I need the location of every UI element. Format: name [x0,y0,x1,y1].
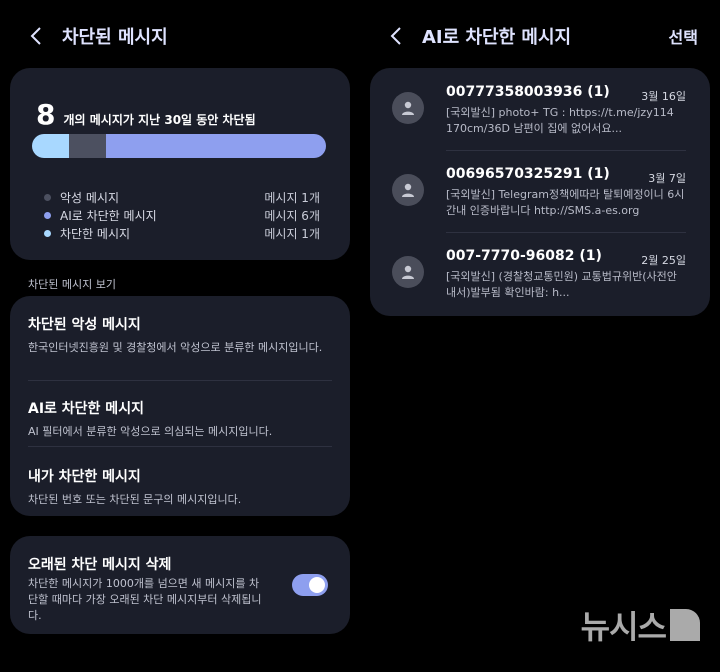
blocked-ratio-bar [32,134,326,158]
message-date: 3월 7일 [648,172,686,185]
menu-item-title: 내가 차단한 메시지 [28,469,141,485]
watermark-text: 뉴시스 [580,608,667,646]
blocked-count-text: 개의 메시지가 지난 30일 동안 차단됨 [63,113,256,127]
blocked-category-menu: 차단된 악성 메시지 한국인터넷진흥원 및 경찰청에서 악성으로 분류한 메시지… [10,296,350,516]
message-preview: [국외발신] photo+ TG : https://t.me/jzy114 1… [446,106,674,135]
bar-segment-user [32,134,69,158]
back-button[interactable] [26,24,46,48]
toggle-knob [309,577,325,593]
message-item[interactable]: 00777358003936 (1) 3월 16일 [국외발신] photo+ … [370,78,710,158]
bar-segment-ai [105,134,326,158]
message-sender: 00777358003936 (1) [446,84,610,100]
avatar [392,256,424,288]
message-preview: [국외발신] Telegram정책에따라 탈퇴예정이니 6시간내 인증바랍니다 … [446,188,685,217]
menu-item-ai-blocked[interactable]: AI로 차단한 메시지 AI 필터에서 분류한 악성으로 의심되는 메시지입니다… [28,398,328,439]
message-item[interactable]: 007-7770-96082 (1) 2월 25일 [국외발신] (경찰청교통민… [370,242,710,322]
divider [446,232,686,233]
legend-item-user: 차단한 메시지 메시지 1개 [44,224,320,242]
back-button[interactable] [386,24,406,48]
legend-label: 차단한 메시지 [60,226,131,241]
menu-item-malicious[interactable]: 차단된 악성 메시지 한국인터넷진흥원 및 경찰청에서 악성으로 분류한 메시지… [28,314,328,355]
bar-segment-spam [68,134,106,158]
avatar [392,92,424,124]
message-list: 00777358003936 (1) 3월 16일 [국외발신] photo+ … [370,68,710,316]
message-date: 2월 25일 [641,254,686,267]
person-icon [402,183,414,197]
blocked-summary-card: 8 개의 메시지가 지난 30일 동안 차단됨 악성 메시지 메시지 1개 AI… [10,68,350,260]
section-label: 차단된 메시지 보기 [28,278,116,291]
divider [28,380,332,381]
header: 차단된 메시지 [26,22,168,50]
blocked-messages-screen: 차단된 메시지 8 개의 메시지가 지난 30일 동안 차단됨 악성 메시지 메… [0,0,360,672]
message-sender: 007-7770-96082 (1) [446,248,602,264]
legend: 악성 메시지 메시지 1개 AI로 차단한 메시지 메시지 6개 차단한 메시지… [44,188,320,242]
menu-item-desc: 한국인터넷진흥원 및 경찰청에서 악성으로 분류한 메시지입니다. [28,341,323,354]
legend-count: 메시지 1개 [264,226,320,241]
select-button[interactable]: 선택 [669,24,698,48]
watermark-logo: 뉴시스 [581,602,700,648]
menu-item-desc: 차단된 번호 또는 차단된 문구의 메시지입니다. [28,493,242,506]
message-preview: [국외발신] (경찰청교통민원) 교통법규위반(사전안내서)발부됨 확인바람: … [446,270,677,299]
legend-item-spam: 악성 메시지 메시지 1개 [44,188,320,206]
header: AI로 차단한 메시지 [386,22,571,50]
legend-dot [44,211,51,219]
page-title: 차단된 메시지 [62,27,168,48]
watermark-shape [670,609,700,641]
message-sender: 00696570325291 (1) [446,166,610,182]
menu-item-desc: AI 필터에서 분류한 악성으로 의심되는 메시지입니다. [28,425,273,438]
message-item[interactable]: 00696570325291 (1) 3월 7일 [국외발신] Telegram… [370,160,710,240]
message-date: 3월 16일 [641,90,686,103]
delete-old-messages-card: 오래된 차단 메시지 삭제 차단한 메시지가 1000개를 넘으면 새 메시지를… [10,536,350,634]
legend-item-ai: AI로 차단한 메시지 메시지 6개 [44,206,320,224]
divider [446,150,686,151]
legend-label: 악성 메시지 [60,190,120,205]
delete-old-desc: 차단한 메시지가 1000개를 넘으면 새 메시지를 차단할 때마다 가장 오래… [28,577,262,622]
delete-old-title: 오래된 차단 메시지 삭제 [28,557,172,573]
legend-label: AI로 차단한 메시지 [60,208,157,223]
delete-old-toggle[interactable] [292,574,328,596]
legend-dot [44,229,51,237]
divider [28,446,332,447]
chevron-left-icon [390,27,401,45]
ai-blocked-messages-screen: AI로 차단한 메시지 선택 00777358003936 (1) 3월 16일… [360,0,720,672]
blocked-count-row: 8 개의 메시지가 지난 30일 동안 차단됨 [36,98,256,131]
legend-count: 메시지 1개 [264,190,320,205]
chevron-left-icon [30,27,41,45]
person-icon [402,265,414,279]
person-icon [402,101,414,115]
menu-item-title: 차단된 악성 메시지 [28,317,141,333]
blocked-count: 8 [36,98,56,131]
legend-count: 메시지 6개 [264,208,320,223]
page-title: AI로 차단한 메시지 [422,27,572,48]
menu-item-title: AI로 차단한 메시지 [28,401,144,417]
legend-dot [44,193,51,201]
menu-item-user-blocked[interactable]: 내가 차단한 메시지 차단된 번호 또는 차단된 문구의 메시지입니다. [28,466,328,507]
avatar [392,174,424,206]
